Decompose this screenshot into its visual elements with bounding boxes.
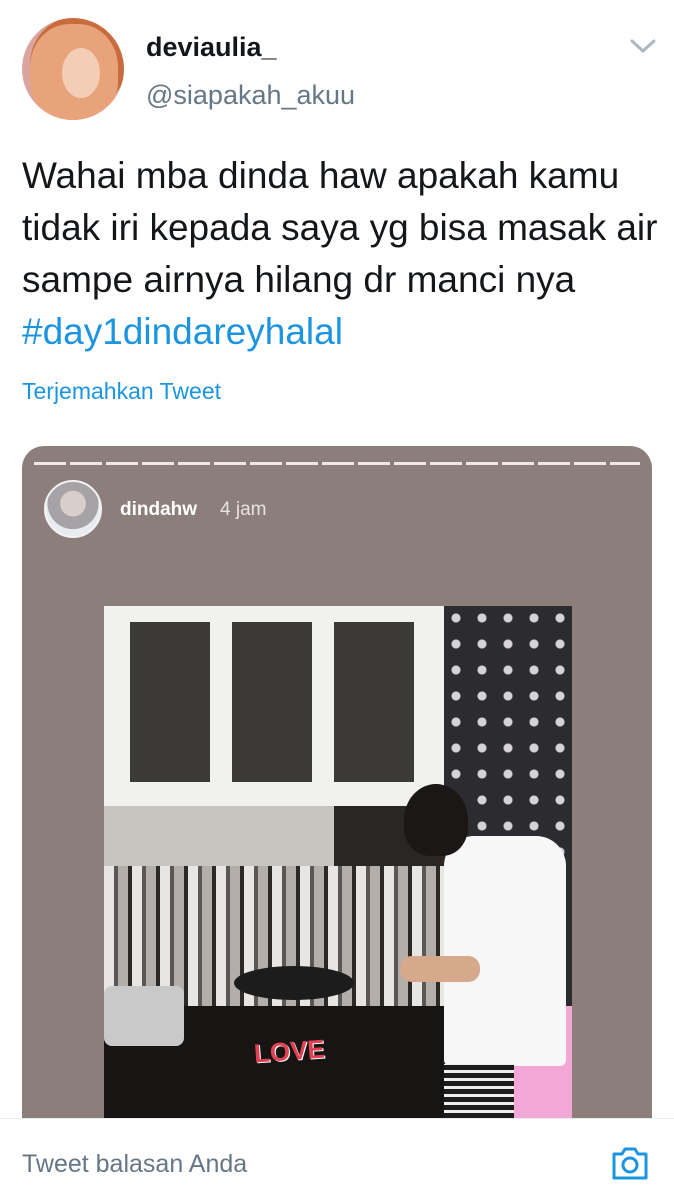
story-photo: LOVE [104, 606, 572, 1118]
user-avatar[interactable] [22, 18, 124, 120]
cabinet-door [124, 616, 216, 788]
person-arm [400, 956, 480, 982]
person-head [404, 784, 468, 856]
camera-icon[interactable] [610, 1144, 650, 1182]
love-sticker: LOVE [253, 1033, 326, 1069]
story-avatar [44, 480, 102, 538]
person-shirt [444, 836, 566, 1066]
tweet-text: Wahai mba dinda haw apakah kamu tidak ir… [22, 150, 662, 358]
story-timestamp: 4 jam [220, 499, 267, 520]
frying-pan [234, 966, 354, 1000]
hashtag-link[interactable]: #day1dindareyhalal [22, 311, 343, 352]
pot [104, 986, 184, 1046]
story-progress-bars [34, 462, 640, 465]
user-handle[interactable]: @siapakah_akuu [146, 80, 355, 111]
chevron-down-icon[interactable] [628, 34, 658, 58]
translate-tweet-link[interactable]: Terjemahkan Tweet [22, 378, 221, 405]
cabinet-door [226, 616, 318, 788]
display-name[interactable]: deviaulia_ [146, 32, 277, 63]
reply-input[interactable]: Tweet balasan Anda [22, 1150, 247, 1179]
person-legs [444, 1064, 514, 1118]
cabinet-door [328, 616, 420, 788]
tweet-media[interactable]: dindahw 4 jam LOVE [22, 446, 652, 1118]
story-username: dindahw [120, 499, 198, 520]
tweet-body: Wahai mba dinda haw apakah kamu tidak ir… [22, 155, 658, 300]
avatar-face [62, 48, 100, 98]
